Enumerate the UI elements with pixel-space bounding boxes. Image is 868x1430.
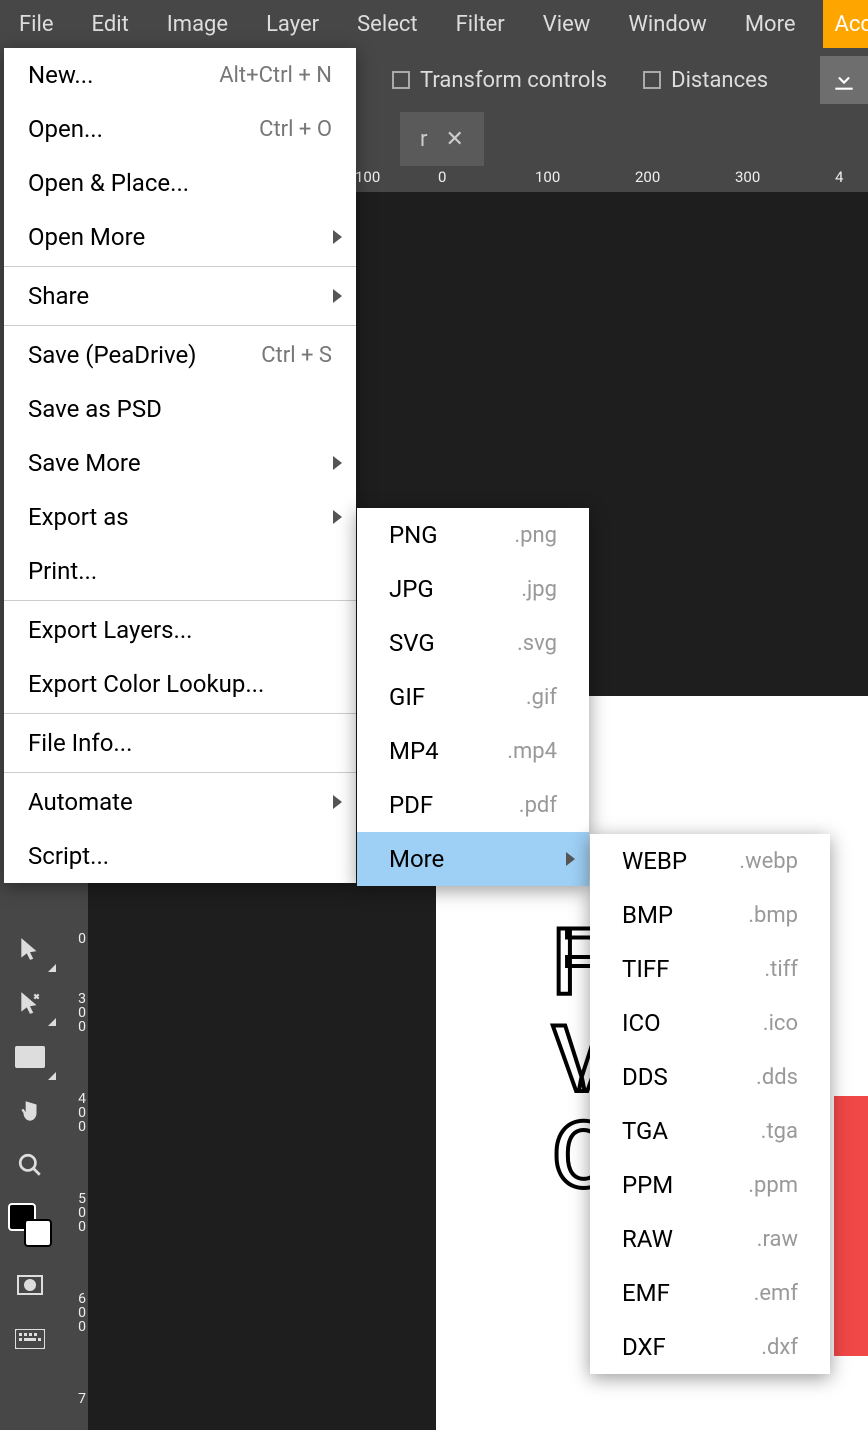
- file-save-psd[interactable]: Save as PSD: [4, 382, 356, 436]
- file-export-layers[interactable]: Export Layers...: [4, 603, 356, 657]
- quickmask-button[interactable]: [0, 1258, 60, 1312]
- rect-tool[interactable]: [0, 1030, 60, 1084]
- checkbox-icon: [392, 71, 410, 89]
- export-as-menu: PNG.png JPG.jpg SVG.svg GIF.gif MP4.mp4 …: [357, 508, 589, 886]
- transform-controls-label: Transform controls: [420, 68, 607, 93]
- ruler-tick: 0: [438, 168, 446, 186]
- red-shape-fragment: [834, 1096, 868, 1356]
- export-tiff[interactable]: TIFF.tiff: [590, 942, 830, 996]
- top-menubar: File Edit Image Layer Select Filter View…: [0, 0, 868, 48]
- file-menu: New...Alt+Ctrl + N Open...Ctrl + O Open …: [4, 48, 356, 883]
- export-jpg[interactable]: JPG.jpg: [357, 562, 589, 616]
- download-button[interactable]: [820, 56, 868, 104]
- file-save-more[interactable]: Save More: [4, 436, 356, 490]
- ruler-tick: 7: [62, 1392, 86, 1406]
- file-info[interactable]: File Info...: [4, 716, 356, 770]
- ruler-tick: 300: [735, 168, 760, 186]
- account-button[interactable]: Acc: [823, 0, 868, 48]
- chevron-right-icon: [333, 289, 342, 303]
- keyboard-button[interactable]: [0, 1312, 60, 1366]
- quickmask-icon: [17, 1275, 43, 1295]
- export-dds[interactable]: DDS.dds: [590, 1050, 830, 1104]
- export-dxf[interactable]: DXF.dxf: [590, 1320, 830, 1374]
- zoom-tool[interactable]: [0, 1138, 60, 1192]
- export-mp4[interactable]: MP4.mp4: [357, 724, 589, 778]
- tab-close-area: r ✕: [400, 112, 484, 166]
- chevron-right-icon: [566, 852, 575, 866]
- file-new[interactable]: New...Alt+Ctrl + N: [4, 48, 356, 102]
- menu-separator: [4, 713, 356, 714]
- rect-tool-icon: [15, 1046, 45, 1068]
- ruler-tick: 600: [62, 1292, 86, 1334]
- menu-view[interactable]: View: [524, 0, 610, 48]
- pointer-tool[interactable]: [0, 922, 60, 976]
- export-png[interactable]: PNG.png: [357, 508, 589, 562]
- background-color-swatch[interactable]: [24, 1219, 52, 1247]
- arrow-x-tool-icon: [17, 990, 43, 1016]
- download-icon: [831, 67, 857, 93]
- export-tga[interactable]: TGA.tga: [590, 1104, 830, 1158]
- file-print[interactable]: Print...: [4, 544, 356, 598]
- menu-layer[interactable]: Layer: [247, 0, 338, 48]
- ruler-tick: 200: [635, 168, 660, 186]
- keyboard-icon: [15, 1329, 45, 1349]
- distances-toggle[interactable]: Distances: [643, 68, 768, 93]
- menu-file[interactable]: File: [0, 0, 73, 48]
- file-automate[interactable]: Automate: [4, 775, 356, 829]
- export-pdf[interactable]: PDF.pdf: [357, 778, 589, 832]
- menu-separator: [4, 772, 356, 773]
- export-ppm[interactable]: PPM.ppm: [590, 1158, 830, 1212]
- transform-controls-toggle[interactable]: Transform controls: [392, 68, 607, 93]
- arrow-tool-icon: [17, 936, 43, 962]
- menu-image[interactable]: Image: [148, 0, 247, 48]
- menu-select[interactable]: Select: [338, 0, 436, 48]
- tab-tail-char: r: [420, 127, 427, 152]
- file-script[interactable]: Script...: [4, 829, 356, 883]
- export-ico[interactable]: ICO.ico: [590, 996, 830, 1050]
- ruler-tick: 500: [62, 1192, 86, 1234]
- export-bmp[interactable]: BMP.bmp: [590, 888, 830, 942]
- export-emf[interactable]: EMF.emf: [590, 1266, 830, 1320]
- chevron-right-icon: [333, 510, 342, 524]
- file-export-as[interactable]: Export as: [4, 490, 356, 544]
- ruler-tick: 4: [835, 168, 843, 186]
- export-more-menu: WEBP.webp BMP.bmp TIFF.tiff ICO.ico DDS.…: [590, 834, 830, 1374]
- file-export-lut[interactable]: Export Color Lookup...: [4, 657, 356, 711]
- export-webp[interactable]: WEBP.webp: [590, 834, 830, 888]
- file-save[interactable]: Save (PeaDrive)Ctrl + S: [4, 328, 356, 382]
- hand-tool[interactable]: [0, 1084, 60, 1138]
- file-open-more[interactable]: Open More: [4, 210, 356, 264]
- ruler-tick: 100: [355, 168, 380, 186]
- menu-filter[interactable]: Filter: [437, 0, 524, 48]
- export-raw[interactable]: RAW.raw: [590, 1212, 830, 1266]
- distances-label: Distances: [671, 68, 768, 93]
- ruler-tick: 100: [535, 168, 560, 186]
- ruler-tick: 0: [62, 932, 86, 946]
- checkbox-icon: [643, 71, 661, 89]
- move-tool[interactable]: [0, 976, 60, 1030]
- zoom-tool-icon: [17, 1152, 43, 1178]
- menu-window[interactable]: Window: [609, 0, 726, 48]
- file-open[interactable]: Open...Ctrl + O: [4, 102, 356, 156]
- export-gif[interactable]: GIF.gif: [357, 670, 589, 724]
- export-more[interactable]: More: [357, 832, 589, 886]
- hand-tool-icon: [17, 1098, 43, 1124]
- export-svg[interactable]: SVG.svg: [357, 616, 589, 670]
- menu-separator: [4, 600, 356, 601]
- file-share[interactable]: Share: [4, 269, 356, 323]
- chevron-right-icon: [333, 795, 342, 809]
- menu-edit[interactable]: Edit: [73, 0, 148, 48]
- ruler-tick: 400: [62, 1092, 86, 1134]
- close-icon[interactable]: ✕: [446, 127, 464, 152]
- menu-separator: [4, 325, 356, 326]
- ruler-tick: 300: [62, 992, 86, 1034]
- menu-separator: [4, 266, 356, 267]
- color-swatches[interactable]: [0, 1192, 60, 1258]
- file-open-place[interactable]: Open & Place...: [4, 156, 356, 210]
- chevron-right-icon: [333, 230, 342, 244]
- menu-more[interactable]: More: [726, 0, 815, 48]
- chevron-right-icon: [333, 456, 342, 470]
